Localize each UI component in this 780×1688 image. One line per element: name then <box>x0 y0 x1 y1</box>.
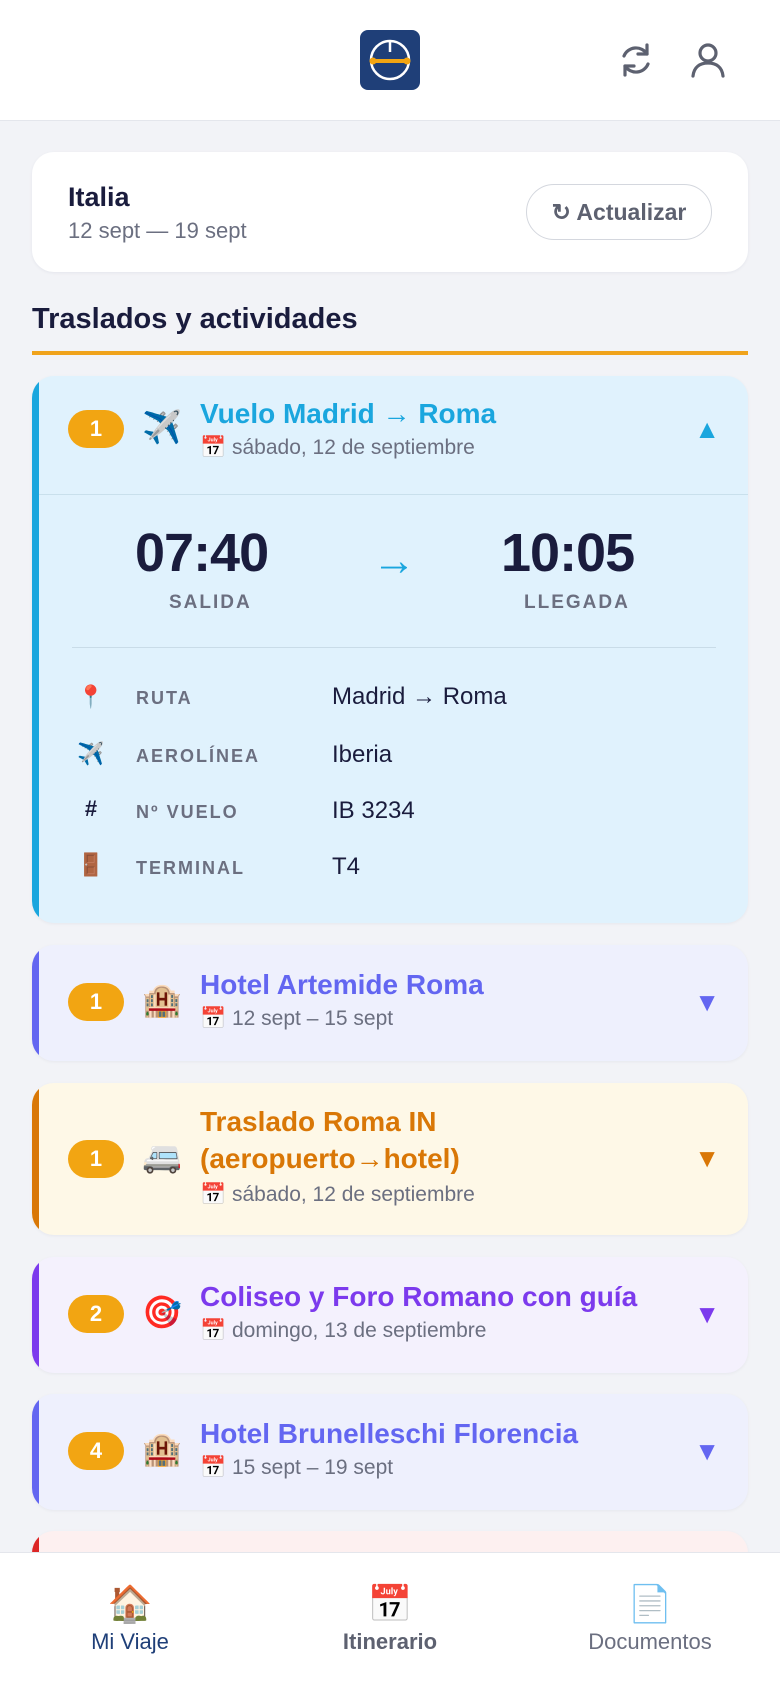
day-badge: 4 <box>68 1432 124 1470</box>
arrow-right-icon: → <box>372 536 416 585</box>
detail-value-terminal: T4 <box>332 853 361 880</box>
arrival-time: 10:05 <box>501 523 635 583</box>
refresh-button[interactable]: ↻ Actualizar <box>526 184 712 240</box>
departure-time: 07:40 <box>135 523 269 583</box>
document-icon: 📄 <box>627 1583 673 1624</box>
hotel-icon: 🏨 <box>142 982 182 1018</box>
item-title: Vuelo Madrid → Roma <box>200 398 497 429</box>
detail-value-airline: Iberia <box>332 741 393 768</box>
detail-label-route: RUTA <box>136 688 193 708</box>
arrival-label: LLEGADA <box>524 592 630 613</box>
nav-documentos[interactable]: 📄 Documentos <box>520 1553 780 1688</box>
van-icon: 🚐 <box>142 1138 182 1174</box>
airplane-icon: ✈️ <box>142 409 182 445</box>
user-icon[interactable] <box>684 36 732 84</box>
detail-label-airline: AEROLÍNEA <box>136 746 261 766</box>
pin-icon: 📍 <box>77 684 105 709</box>
airplane-icon: ✈️ <box>77 741 105 766</box>
nav-mi-viaje[interactable]: 🏠 Mi Viaje <box>0 1553 260 1688</box>
collapse-caret-icon[interactable]: ▲ <box>694 414 720 445</box>
day-badge: 1 <box>68 410 124 448</box>
expand-caret-icon[interactable]: ▼ <box>694 1299 720 1330</box>
calendar-icon: 📅 <box>367 1583 413 1624</box>
detail-value-route: Madrid → Roma <box>332 683 507 710</box>
expand-caret-icon[interactable]: ▼ <box>694 1143 720 1174</box>
day-badge: 1 <box>68 983 124 1021</box>
itinerary-item-hotel[interactable]: 4 🏨 Hotel Brunelleschi Florencia 📅 15 se… <box>32 1394 748 1510</box>
trip-summary-card: Italia 12 sept — 19 sept ↻ Actualizar <box>32 152 748 272</box>
departure-label: SALIDA <box>169 592 252 613</box>
target-icon: 🎯 <box>142 1294 182 1330</box>
compass-logo-icon[interactable] <box>360 30 420 90</box>
bottom-navigation: 🏠 Mi Viaje 📅 Itinerario 📄 Documentos <box>0 1552 780 1688</box>
item-accent-bar <box>32 945 39 1061</box>
itinerary-item-transfer[interactable]: 1 🚐 Traslado Roma IN (aeropuerto→hotel) … <box>32 1083 748 1235</box>
item-accent-bar <box>32 1257 39 1373</box>
section-divider <box>32 351 748 355</box>
item-title-line-2: (aeropuerto→hotel) <box>200 1143 460 1174</box>
day-badge: 2 <box>68 1295 124 1333</box>
detail-label-terminal: TERMINAL <box>136 858 245 878</box>
house-icon: 🏠 <box>107 1583 153 1624</box>
item-accent-bar <box>32 1394 39 1510</box>
item-accent-bar <box>32 1083 39 1235</box>
section-title: Traslados y actividades <box>32 303 358 335</box>
nav-label: Itinerario <box>342 1629 438 1654</box>
nav-itinerario[interactable]: 📅 Itinerario <box>260 1553 520 1688</box>
hash-icon: # <box>84 796 98 821</box>
detail-label-flight-number: Nº VUELO <box>136 802 239 822</box>
item-date: 📅 domingo, 13 de septiembre <box>200 1319 487 1342</box>
item-title: Coliseo y Foro Romano con guía <box>200 1281 638 1312</box>
item-title: Hotel Brunelleschi Florencia <box>200 1418 579 1449</box>
trip-name: Italia <box>68 182 130 212</box>
trip-dates: 12 sept — 19 sept <box>68 218 247 243</box>
itinerary-item-flight: 1 ✈️ Vuelo Madrid → Roma 📅 sábado, 12 de… <box>32 376 748 923</box>
item-date: 📅 15 sept – 19 sept <box>200 1456 394 1479</box>
item-title-line-1: Traslado Roma IN <box>200 1106 437 1137</box>
expand-caret-icon[interactable]: ▼ <box>694 987 720 1018</box>
nav-label: Documentos <box>588 1629 712 1654</box>
itinerary-item-hotel[interactable]: 1 🏨 Hotel Artemide Roma 📅 12 sept – 15 s… <box>32 945 748 1061</box>
header-divider <box>39 494 748 495</box>
item-date: 📅 sábado, 12 de septiembre <box>200 1183 475 1206</box>
expand-caret-icon[interactable]: ▼ <box>694 1436 720 1467</box>
nav-label: Mi Viaje <box>91 1629 169 1654</box>
app-header <box>0 0 780 121</box>
detail-value-flight-number: IB 3234 <box>332 797 415 824</box>
item-date: 📅 12 sept – 15 sept <box>200 1007 394 1030</box>
itinerary-item-activity[interactable]: 2 🎯 Coliseo y Foro Romano con guía 📅 dom… <box>32 1257 748 1373</box>
day-badge: 1 <box>68 1140 124 1178</box>
item-title: Hotel Artemide Roma <box>200 969 484 1000</box>
sync-icon[interactable] <box>612 36 660 84</box>
details-divider <box>72 647 716 648</box>
item-header[interactable]: 1 ✈️ Vuelo Madrid → Roma 📅 sábado, 12 de… <box>32 376 748 494</box>
door-icon: 🚪 <box>77 852 105 877</box>
item-date: 📅 sábado, 12 de septiembre <box>200 436 475 459</box>
hotel-icon: 🏨 <box>142 1431 182 1467</box>
